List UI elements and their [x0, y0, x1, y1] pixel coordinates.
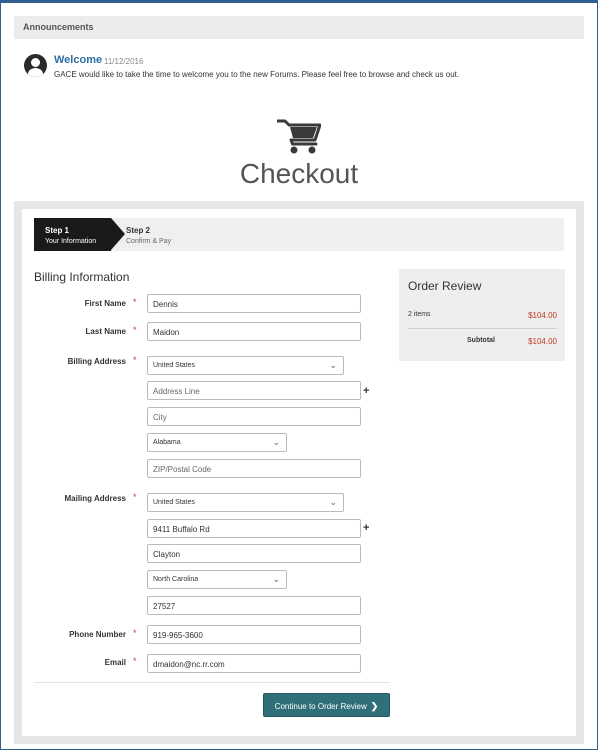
required-marker: * [133, 297, 137, 307]
chevron-down-icon: ⌄ [272, 437, 280, 447]
billing-zip-input[interactable]: ZIP/Postal Code [147, 459, 361, 478]
required-marker: * [133, 355, 137, 365]
billing-country-select[interactable]: United States ⌄ [147, 356, 344, 375]
form-divider [34, 682, 390, 683]
step-1-title: Step 1 [45, 226, 70, 235]
billing-city-input[interactable]: City [147, 407, 361, 426]
announcements-bar: Announcements [14, 16, 584, 39]
avatar [24, 54, 47, 77]
step-2-subtitle: Confirm & Pay [126, 238, 172, 245]
first-name-label: First Name [84, 299, 126, 308]
billing-address-input[interactable]: Address Line [147, 381, 361, 400]
checkout-title: Checkout [239, 158, 359, 189]
continue-to-order-review-button[interactable]: Continue to Order Review ❯ [263, 693, 390, 717]
first-name-input[interactable]: Dennis [147, 294, 361, 313]
chevron-down-icon: ⌄ [329, 360, 337, 370]
order-items-price: $104.00 [528, 311, 557, 320]
last-name-label: Last Name [85, 327, 126, 336]
required-marker: * [133, 628, 137, 638]
announcement-date: 11/12/2016 [104, 57, 144, 66]
phone-label: Phone Number [69, 630, 126, 639]
required-marker: * [133, 656, 137, 666]
step-2-title: Step 2 [126, 226, 151, 235]
email-label: Email [104, 658, 126, 667]
order-items-count: 2 items [408, 311, 431, 318]
required-marker: * [133, 325, 137, 335]
announcement-title-link[interactable]: Welcome [54, 54, 102, 66]
announcements-heading: Announcements [23, 22, 94, 32]
chevron-right-icon: ❯ [370, 701, 379, 711]
mailing-address-input[interactable]: 9411 Buffalo Rd [147, 519, 361, 538]
mailing-address-label: Mailing Address [64, 494, 127, 503]
subtotal-label: Subtotal [467, 337, 495, 344]
announcement-text: GACE would like to take the time to welc… [54, 70, 460, 79]
mailing-country-select[interactable]: United States ⌄ [147, 493, 344, 512]
mailing-zip-input[interactable]: 27527 [147, 596, 361, 615]
email-input[interactable]: dmaidon@nc.rr.com [147, 654, 361, 673]
mailing-city-input[interactable]: Clayton [147, 544, 361, 563]
shopping-cart-icon [276, 119, 322, 157]
add-address-line-button[interactable]: + [363, 522, 369, 534]
step-1-subtitle: Your Information [45, 238, 97, 245]
step-1-arrow [111, 218, 125, 250]
chevron-down-icon: ⌄ [329, 497, 337, 507]
chevron-down-icon: ⌄ [272, 574, 280, 584]
required-marker: * [133, 492, 137, 502]
billing-section-title: Billing Information [34, 270, 130, 284]
last-name-input[interactable]: Maidon [147, 322, 361, 341]
billing-state-select[interactable]: Alabama ⌄ [147, 433, 287, 452]
phone-input[interactable]: 919-965-3600 [147, 625, 361, 644]
billing-address-label: Billing Address [67, 357, 126, 366]
subtotal-value: $104.00 [528, 337, 557, 346]
add-address-line-button[interactable]: + [363, 385, 369, 397]
order-review-divider [408, 328, 557, 329]
mailing-state-select[interactable]: North Carolina ⌄ [147, 570, 287, 589]
order-review-title: Order Review [408, 279, 482, 293]
